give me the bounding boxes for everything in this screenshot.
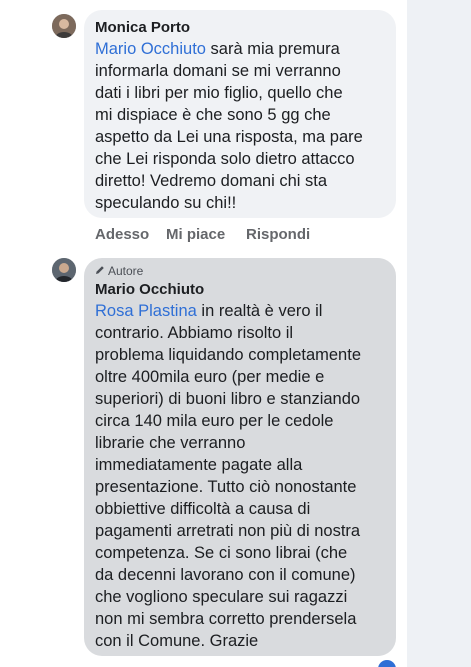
timestamp: Adesso xyxy=(95,226,150,243)
comment-text: Mario Occhiuto sarà mia premura informar… xyxy=(95,40,363,212)
right-side-panel xyxy=(407,0,471,667)
comment-text: Rosa Plastina in realtà è vero il contra… xyxy=(95,302,361,650)
reaction-icon xyxy=(378,660,396,667)
mention-link[interactable]: Mario Occhiuto xyxy=(95,40,206,58)
avatar-mario-occhiuto[interactable] xyxy=(52,258,76,282)
mention-link[interactable]: Rosa Plastina xyxy=(95,302,197,320)
author-badge: Autore xyxy=(95,264,143,278)
comment-author[interactable]: Mario Occhiuto xyxy=(95,281,204,298)
avatar-monica-porto[interactable] xyxy=(52,14,76,38)
pencil-icon xyxy=(95,264,105,278)
comment-author[interactable]: Monica Porto xyxy=(95,19,190,36)
reply-button[interactable]: Rispondi xyxy=(246,226,310,243)
like-button[interactable]: Mi piace xyxy=(166,226,225,243)
